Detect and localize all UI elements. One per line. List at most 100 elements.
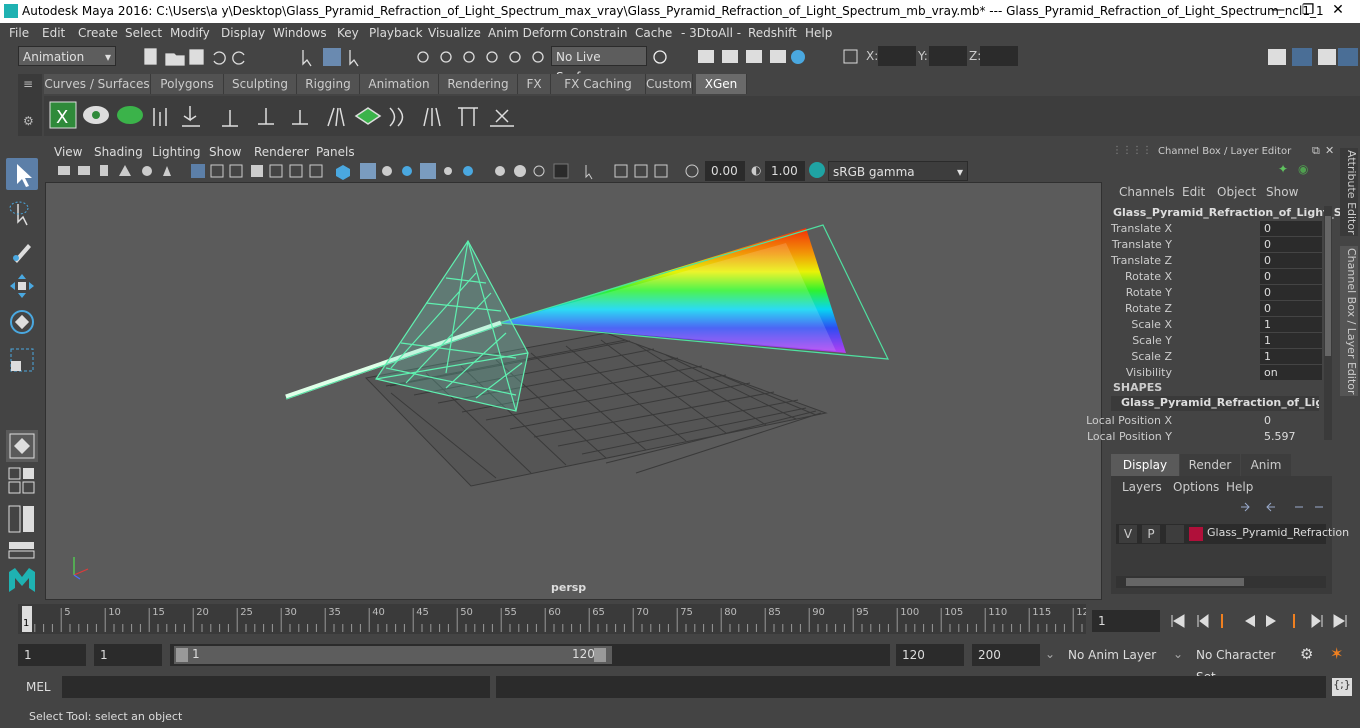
anim-layer-dropdown[interactable]: No Anim Layer (1062, 644, 1164, 666)
y-coordinate-input[interactable] (929, 46, 967, 66)
move-tool-button[interactable] (6, 270, 38, 302)
close-button[interactable]: ✕ (1328, 2, 1348, 20)
scale-tool-button[interactable] (6, 344, 38, 376)
menu-edit[interactable]: Edit (42, 26, 65, 40)
channel-rotate-z[interactable]: Rotate Z0 (1108, 301, 1328, 317)
maximize-button[interactable]: ❐ (1298, 2, 1318, 20)
playback-start-input[interactable]: 1 (94, 644, 162, 666)
render-icons[interactable] (695, 46, 815, 68)
outliner-layout-button[interactable] (6, 504, 38, 534)
auto-key-icon[interactable]: ⚙ (1300, 645, 1320, 665)
time-slider[interactable]: 5 10 15 20 25 30 35 40 45 50 55 60 65 70 75 80 85 90 95 100… (18, 604, 1089, 634)
four-view-layout-button[interactable] (6, 466, 38, 496)
layer-visibility-toggle[interactable]: V (1119, 525, 1137, 543)
viewport-menu-lighting[interactable]: Lighting (152, 145, 201, 159)
cb-menu-channels[interactable]: Channels (1119, 185, 1175, 199)
view-transform-dropdown[interactable]: sRGB gamma ▾ (828, 161, 968, 181)
viewport-menu-renderer[interactable]: Renderer (254, 145, 309, 159)
command-language-label[interactable]: MEL (18, 676, 60, 698)
menu-playback[interactable]: Playback (369, 26, 423, 40)
menu-key[interactable]: Key (337, 26, 359, 40)
layer-color-swatch[interactable] (1189, 527, 1203, 541)
shape-node-name[interactable]: Glass_Pyramid_Refraction_of_Light_... (1111, 396, 1319, 411)
menu-create[interactable]: Create (78, 26, 118, 40)
shelf-tab-custom[interactable]: Custom (646, 74, 693, 94)
shelf-tab-sculpting[interactable]: Sculpting (224, 74, 297, 94)
channel-rotate-x[interactable]: Rotate X0 (1108, 269, 1328, 285)
layer-tab-display[interactable]: Display (1111, 454, 1179, 476)
shelf-tab-rigging[interactable]: Rigging (297, 74, 360, 94)
close-panel-icon[interactable]: ✕ (1325, 144, 1334, 157)
cb-menu-edit[interactable]: Edit (1182, 185, 1205, 199)
viewport-toolbar-icons[interactable] (45, 160, 705, 182)
layer-name[interactable]: Glass_Pyramid_Refraction (1207, 526, 1349, 539)
menu-3dtoall[interactable]: - 3DtoAll - (681, 26, 741, 40)
scrollbar-thumb[interactable] (1325, 216, 1331, 356)
range-end-handle[interactable] (594, 648, 606, 662)
playback-controls[interactable] (1166, 610, 1360, 632)
menu-constrain[interactable]: Constrain (570, 26, 628, 40)
exposure-input[interactable]: 0.00 (705, 161, 745, 181)
menu-cache[interactable]: Cache (635, 26, 672, 40)
animation-prefs-icon[interactable]: ✶ (1330, 644, 1350, 664)
range-slider[interactable]: 1 120 (170, 644, 890, 666)
hscrollbar-thumb[interactable] (1126, 578, 1244, 586)
range-slider-bar[interactable] (174, 646, 612, 664)
viewport-menu-view[interactable]: View (54, 145, 82, 159)
graph-layout-button[interactable] (6, 540, 38, 560)
float-panel-icon[interactable]: ⧉ (1312, 144, 1320, 158)
shelf-menu-icon[interactable]: ≡ (23, 77, 33, 91)
single-perspective-layout-button[interactable] (6, 430, 38, 462)
layer-tab-render[interactable]: Render (1180, 454, 1240, 476)
chevron-down-icon[interactable]: ⌄ (1173, 647, 1183, 661)
shelf-tab-xgen[interactable]: XGen (696, 74, 747, 94)
scene-end-input[interactable]: 200 (972, 644, 1040, 666)
character-set-dropdown[interactable]: No Character Set (1190, 644, 1292, 684)
cb-menu-object[interactable]: Object (1217, 185, 1256, 199)
shelf-tab-animation[interactable]: Animation (360, 74, 439, 94)
current-frame-input[interactable]: 1 (1092, 610, 1160, 632)
viewport-menu-panels[interactable]: Panels (316, 145, 355, 159)
menuset-dropdown[interactable]: Animation ▾ (18, 46, 116, 66)
viewport-menu-show[interactable]: Show (209, 145, 241, 159)
layer-menu-help[interactable]: Help (1226, 480, 1253, 494)
channel-translate-y[interactable]: Translate Y0 (1108, 237, 1328, 253)
scene-start-input[interactable]: 1 (18, 644, 86, 666)
menu-windows[interactable]: Windows (273, 26, 327, 40)
lasso-tool-button[interactable] (6, 196, 38, 228)
channel-scale-y[interactable]: Scale Y1 (1108, 333, 1328, 349)
channel-local-position-x[interactable]: Local Position X0 (1086, 413, 1328, 429)
xgen-shelf-icons[interactable]: X (44, 96, 564, 136)
live-surface-field[interactable]: No Live Surface (551, 46, 647, 84)
channel-translate-x[interactable]: Translate X0 (1108, 221, 1328, 237)
layer-menu-layers[interactable]: Layers (1122, 480, 1162, 494)
menu-help[interactable]: Help (805, 26, 832, 40)
layer-menu-options[interactable]: Options (1173, 480, 1219, 494)
shelf-tab-fx-caching[interactable]: FX Caching (551, 74, 646, 94)
menu-select[interactable]: Select (125, 26, 162, 40)
channel-local-position-y[interactable]: Local Position Y 5.597 (1087, 429, 1328, 445)
layer-display-type-toggle[interactable] (1166, 525, 1184, 543)
channel-box-scrollbar[interactable] (1324, 206, 1332, 440)
gamma-icon[interactable]: ◐ (751, 163, 761, 177)
layer-playback-toggle[interactable]: P (1142, 525, 1160, 543)
command-input[interactable] (62, 676, 490, 698)
drag-handle-icon[interactable]: ⋮⋮⋮⋮ (1112, 145, 1152, 156)
shelf-settings-icon[interactable]: ⚙ (23, 114, 34, 128)
menu-display[interactable]: Display (221, 26, 265, 40)
shelf-tab-fx[interactable]: FX (518, 74, 551, 94)
channel-rotate-y[interactable]: Rotate Y0 (1108, 285, 1328, 301)
menu-file[interactable]: File (9, 26, 29, 40)
menu-anim-deform[interactable]: Anim Deform (488, 26, 567, 40)
layer-editor-hscrollbar[interactable] (1116, 576, 1326, 588)
script-editor-icon[interactable]: {;} (1332, 678, 1352, 696)
channel-translate-z[interactable]: Translate Z0 (1108, 253, 1328, 269)
layer-row[interactable]: V P Glass_Pyramid_Refraction (1116, 524, 1349, 544)
maya-home-button[interactable] (6, 564, 38, 596)
shelf-tab-polygons[interactable]: Polygons (151, 74, 224, 94)
selected-object-name[interactable]: Glass_Pyramid_Refraction_of_Light_S... (1113, 206, 1354, 219)
shelf-tab-curves-surfaces[interactable]: Curves / Surfaces (44, 74, 151, 94)
attribute-editor-side-tab[interactable]: Attribute Editor (1340, 148, 1358, 236)
menu-redshift[interactable]: Redshift (748, 26, 797, 40)
minimize-button[interactable]: — (1268, 2, 1288, 20)
